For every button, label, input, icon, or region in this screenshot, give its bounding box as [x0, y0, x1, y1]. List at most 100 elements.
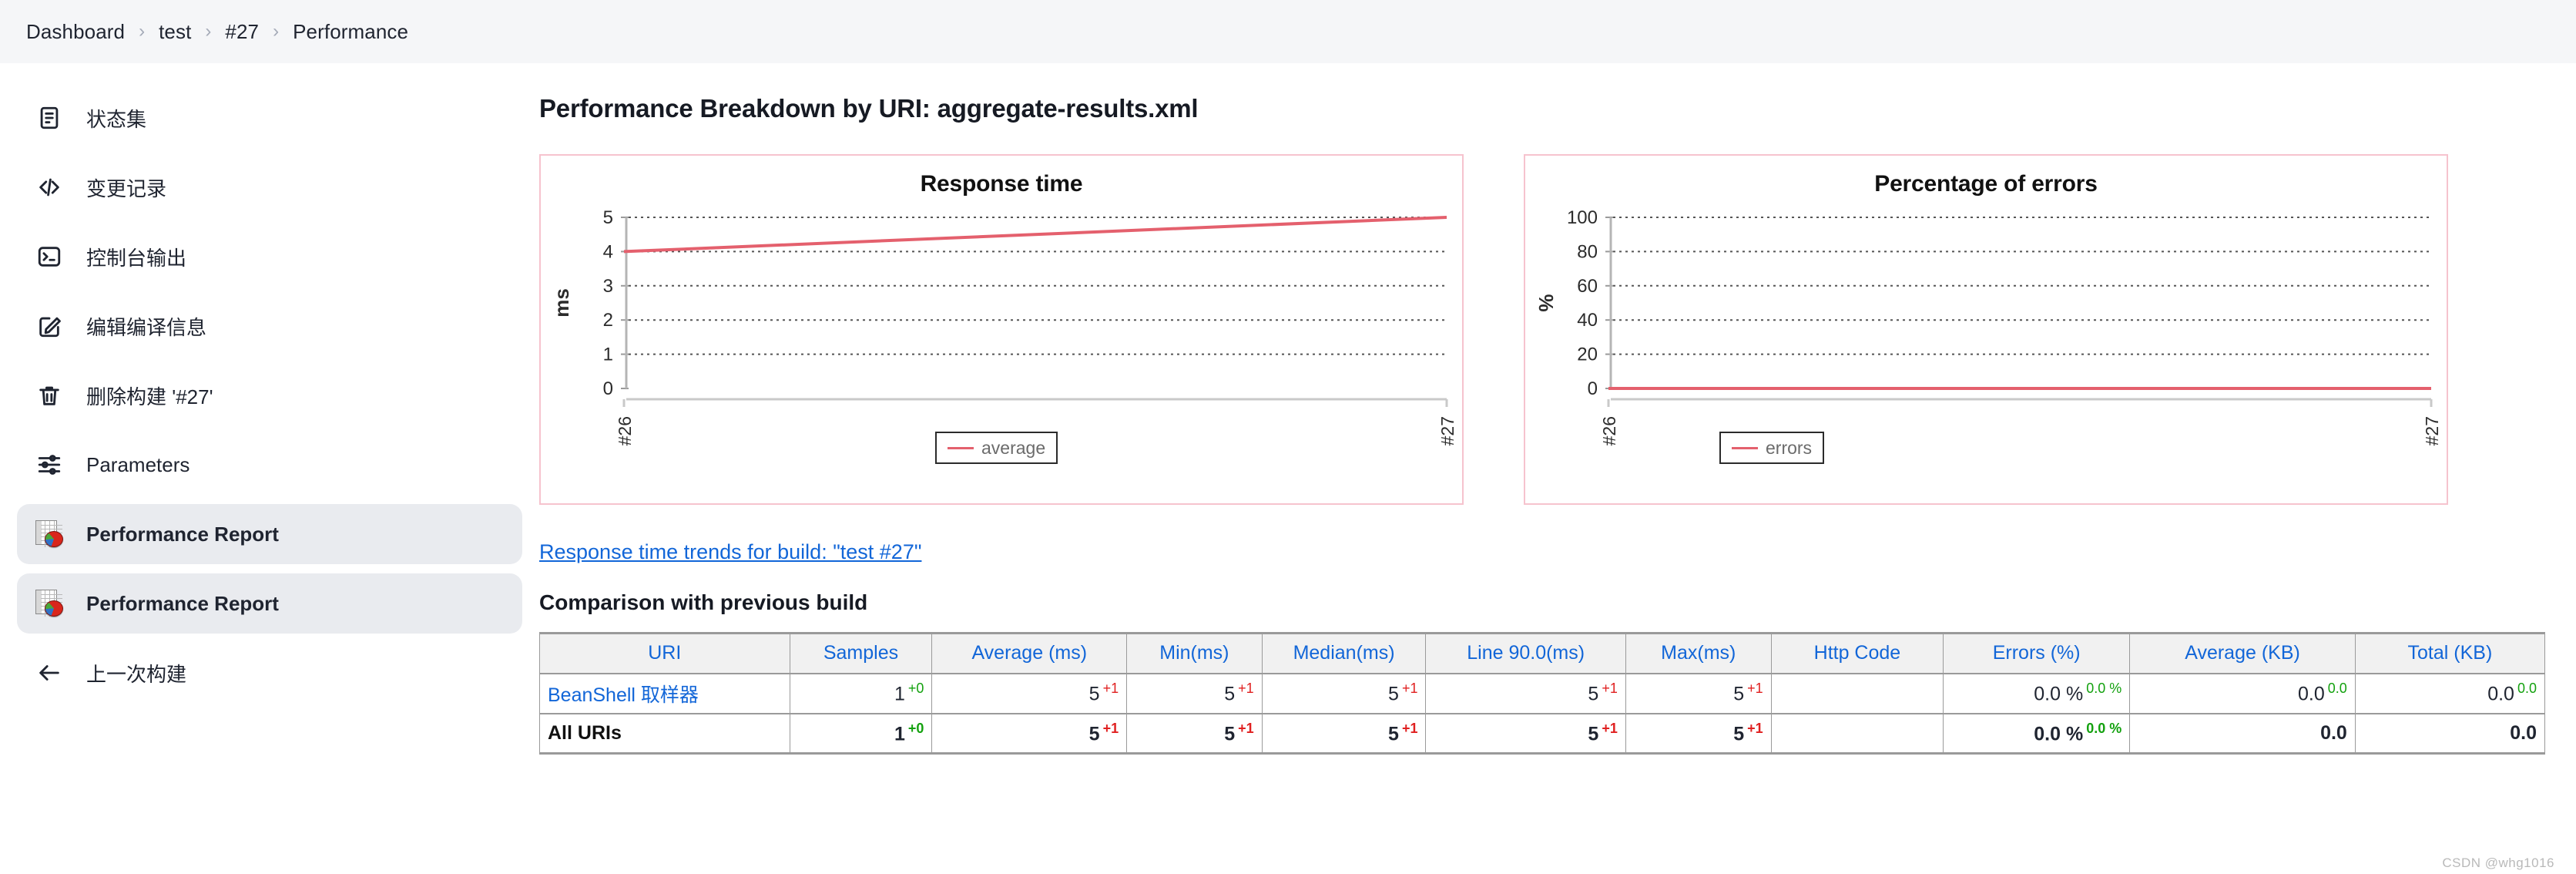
- cell-delta: +1: [1602, 681, 1618, 697]
- sidebar-item-27[interactable]: 删除构建 '#27': [17, 365, 522, 425]
- breadcrumb-item-performance: Performance: [293, 19, 409, 43]
- sidebar-item-item-3[interactable]: 编辑编译信息: [17, 296, 522, 356]
- cell-http-code: [1770, 712, 1944, 754]
- chart-title: Response time: [920, 171, 1083, 197]
- table-body: BeanShell 取样器 1 +0 5 +1 5 +1 5 +1 5 +1 5 +1 0.0 % 0.0 …: [539, 673, 2546, 754]
- column-header-median-ms[interactable]: Median(ms): [1261, 633, 1427, 674]
- svg-text:80: 80: [1577, 241, 1598, 262]
- sidebar-item-label: 上一次构建: [86, 662, 187, 686]
- sidebar-item-label: Performance Report: [86, 591, 279, 615]
- sidebar-item-label: 变更记录: [86, 176, 167, 200]
- svg-text:2: 2: [603, 310, 613, 331]
- svg-text:100: 100: [1567, 207, 1598, 228]
- uri-link[interactable]: BeanShell 取样器: [539, 673, 790, 714]
- cell-average-ms: 5 +1: [931, 712, 1128, 754]
- cell-value: 1: [894, 723, 905, 745]
- svg-text:60: 60: [1577, 276, 1598, 297]
- column-header-average-kb[interactable]: Average (KB): [2129, 633, 2356, 674]
- cell-samples: 1 +0: [789, 712, 933, 754]
- cell-value: 0.0: [2320, 721, 2347, 744]
- svg-text:0: 0: [603, 378, 613, 399]
- cell-line-90-0-ms: 5 +1: [1425, 673, 1626, 714]
- svg-text:3: 3: [603, 276, 613, 297]
- sidebar-item-item-2[interactable]: 控制台输出: [17, 227, 522, 287]
- chart-legend: average: [935, 432, 1058, 464]
- comparison-heading: Comparison with previous build: [539, 590, 868, 614]
- cell-value: 0.0 %: [2034, 683, 2084, 705]
- cell-value: 5: [1224, 723, 1236, 745]
- svg-text:ms: ms: [550, 288, 573, 318]
- response-time-trends-link[interactable]: Response time trends for build: "test #2…: [539, 540, 921, 564]
- cell-samples: 1 +0: [789, 673, 933, 714]
- cell-http-code: [1770, 673, 1944, 714]
- column-header-samples[interactable]: Samples: [789, 633, 933, 674]
- sidebar-item-item-8[interactable]: 上一次构建: [17, 643, 522, 703]
- svg-text:4: 4: [603, 241, 613, 262]
- main-content: Performance Breakdown by URI: aggregate-…: [539, 63, 2576, 874]
- cell-delta: +1: [1102, 681, 1119, 697]
- cell-delta: 0.0: [2327, 681, 2347, 697]
- svg-text:%: %: [1535, 294, 1558, 311]
- cell-min-ms: 5 +1: [1126, 673, 1263, 714]
- sidebar-item-label: 控制台输出: [86, 246, 187, 270]
- row-label-all-uris: All URIs: [539, 712, 790, 754]
- arrow-left-icon: [34, 657, 65, 688]
- cell-delta: +0: [907, 721, 924, 737]
- breadcrumb-separator-icon: ›: [273, 21, 280, 42]
- sidebar-item-parameters[interactable]: Parameters: [17, 435, 522, 495]
- sidebar-item-performance-report[interactable]: Performance Report: [17, 504, 522, 564]
- sidebar-item-label: Parameters: [86, 452, 190, 476]
- document-icon: [34, 103, 65, 133]
- cell-delta: +1: [1401, 681, 1418, 697]
- legend-line-swatch: [948, 446, 974, 449]
- cell-delta: 0.0 %: [2086, 721, 2122, 737]
- column-header-line-90-0-ms[interactable]: Line 90.0(ms): [1425, 633, 1626, 674]
- cell-value: 5: [1588, 683, 1599, 705]
- trash-icon: [34, 380, 65, 411]
- sidebar-item-item-1[interactable]: 变更记录: [17, 157, 522, 217]
- cell-value: 5: [1588, 723, 1599, 745]
- cell-value: 5: [1088, 723, 1100, 745]
- column-header-http-code[interactable]: Http Code: [1770, 633, 1944, 674]
- cell-delta: 0.0: [2517, 681, 2537, 697]
- cell-total-kb: 0.0 0.0: [2354, 673, 2546, 714]
- cell-average-ms: 5 +1: [931, 673, 1128, 714]
- column-header-uri[interactable]: URI: [539, 633, 790, 674]
- report-icon: [34, 519, 65, 550]
- cell-value: 0.0: [2510, 721, 2537, 744]
- cell-min-ms: 5 +1: [1126, 712, 1263, 754]
- svg-text:5: 5: [603, 207, 613, 228]
- report-icon: [34, 588, 65, 619]
- breadcrumb-item-dashboard[interactable]: Dashboard: [23, 18, 128, 45]
- cell-value: 5: [1388, 683, 1399, 705]
- cell-median-ms: 5 +1: [1261, 673, 1427, 714]
- cell-delta: +0: [907, 681, 924, 697]
- cell-delta: 0.0 %: [2086, 681, 2122, 697]
- cell-delta: +1: [1238, 681, 1254, 697]
- column-header-max-ms[interactable]: Max(ms): [1625, 633, 1772, 674]
- column-header-total-kb[interactable]: Total (KB): [2354, 633, 2546, 674]
- sidebar-item-label: 删除构建 '#27': [86, 385, 213, 408]
- column-header-average-ms[interactable]: Average (ms): [931, 633, 1128, 674]
- svg-text:20: 20: [1577, 345, 1598, 365]
- column-header-errors[interactable]: Errors (%): [1943, 633, 2131, 674]
- column-header-min-ms[interactable]: Min(ms): [1126, 633, 1263, 674]
- cell-value: 0.0 %: [2034, 723, 2084, 745]
- sidebar-item-item-0[interactable]: 状态集: [17, 88, 522, 148]
- legend-label: errors: [1766, 437, 1813, 458]
- plot-area: 0 20 40 60 80 100 #26 #27% errors: [1525, 197, 2447, 475]
- breadcrumb-item-test[interactable]: test: [156, 18, 194, 45]
- legend-label: average: [981, 437, 1046, 458]
- cell-delta: +1: [1747, 721, 1763, 737]
- breadcrumb: Dashboard › test › #27 › Performance: [0, 0, 2576, 63]
- sidebar-item-performance-report[interactable]: Performance Report: [17, 573, 522, 634]
- cell-delta: +1: [1238, 721, 1254, 737]
- cell-value: 0.0: [2298, 683, 2325, 705]
- svg-text:#27: #27: [2422, 416, 2442, 445]
- sliders-icon: [34, 449, 65, 480]
- cell-value: 5: [1388, 723, 1399, 745]
- breadcrumb-item-27[interactable]: #27: [222, 18, 262, 45]
- cell-delta: +1: [1102, 721, 1119, 737]
- charts-row: Response time 0 1 2 3 4 5 #26 #27 ms average Percen…: [539, 154, 2576, 505]
- cell-value: 1: [894, 683, 905, 705]
